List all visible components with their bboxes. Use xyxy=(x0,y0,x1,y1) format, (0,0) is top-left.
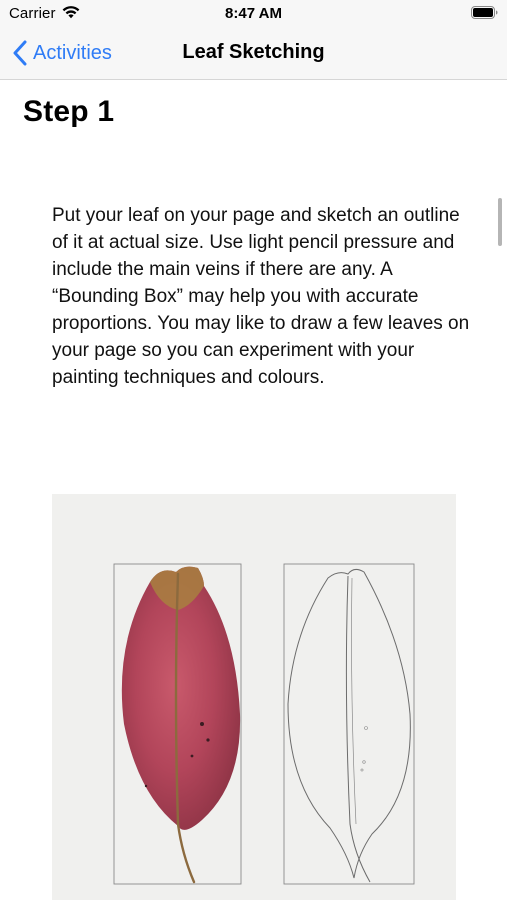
instruction-text: Put your leaf on your page and sketch an… xyxy=(52,205,470,388)
status-bar: Carrier 8:47 AM xyxy=(0,0,507,28)
page-title: Leaf Sketching xyxy=(182,41,325,63)
scroll-content[interactable]: Step 1 Put your leaf on your page and sk… xyxy=(0,80,507,900)
navigation-bar: Activities Leaf Sketching xyxy=(0,28,507,80)
step-heading: Step 1 xyxy=(23,95,115,128)
battery-icon xyxy=(471,6,498,19)
leaf-sketch-image xyxy=(52,494,456,900)
leaf-sketch-illustration xyxy=(52,494,456,900)
app-screen: Carrier 8:47 AM Activities Leaf Sketchin… xyxy=(0,0,507,900)
scroll-indicator[interactable] xyxy=(498,198,502,246)
status-time: 8:47 AM xyxy=(225,5,282,22)
